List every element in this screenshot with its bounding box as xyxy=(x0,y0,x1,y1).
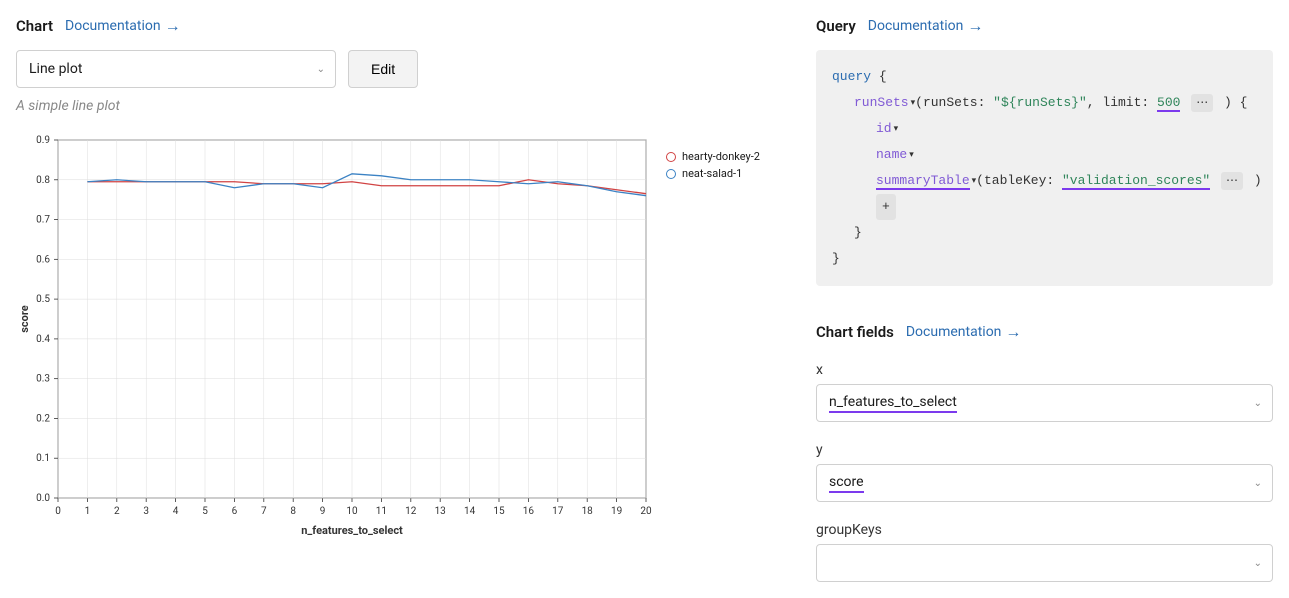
legend-label: hearty-donkey-2 xyxy=(682,150,760,163)
caret-down-icon[interactable]: ▾ xyxy=(911,98,916,108)
caret-down-icon[interactable]: ▾ xyxy=(909,150,914,160)
y-label: y xyxy=(816,442,1273,458)
svg-text:16: 16 xyxy=(523,506,535,517)
limit-value[interactable]: 500 xyxy=(1157,95,1180,112)
line-chart: 012345678910111213141516171819200.00.10.… xyxy=(16,130,656,540)
groupkeys-field-select[interactable]: ⌄ xyxy=(816,544,1273,582)
chart-description: A simple line plot xyxy=(16,98,776,114)
svg-text:0.7: 0.7 xyxy=(36,215,50,226)
svg-text:0: 0 xyxy=(55,506,61,517)
chart-type-select[interactable]: Line plot ⌄ xyxy=(16,50,336,88)
query-code-block: query { runSets▾(runSets: "${runSets}", … xyxy=(816,50,1273,286)
svg-text:3: 3 xyxy=(143,506,149,517)
chevron-down-icon: ⌄ xyxy=(1254,558,1262,569)
svg-text:18: 18 xyxy=(582,506,594,517)
svg-text:score: score xyxy=(18,305,31,333)
svg-text:n_features_to_select: n_features_to_select xyxy=(301,524,403,537)
tablekey-arg: tableKey xyxy=(984,173,1046,188)
svg-text:13: 13 xyxy=(435,506,446,517)
svg-text:9: 9 xyxy=(320,506,326,517)
query-doc-link[interactable]: Documentation → xyxy=(868,16,984,36)
summarytable-field[interactable]: summaryTable xyxy=(876,173,970,190)
svg-text:0.4: 0.4 xyxy=(36,334,50,345)
chart-fields-doc-link[interactable]: Documentation → xyxy=(906,322,1022,342)
groupkeys-label: groupKeys xyxy=(816,522,1273,538)
svg-text:0.5: 0.5 xyxy=(36,294,50,305)
svg-text:0.2: 0.2 xyxy=(36,413,50,424)
chart-doc-link[interactable]: Documentation → xyxy=(65,16,181,36)
legend-marker-icon xyxy=(666,169,676,179)
svg-text:17: 17 xyxy=(552,506,564,517)
chart-panel: Chart Documentation → Line plot ⌄ Edit A… xyxy=(16,16,776,582)
chevron-down-icon: ⌄ xyxy=(1254,478,1262,489)
runsets-field[interactable]: runSets xyxy=(854,95,909,110)
svg-text:0.8: 0.8 xyxy=(36,175,50,186)
name-field[interactable]: name xyxy=(876,147,907,162)
legend-label: neat-salad-1 xyxy=(682,167,742,180)
svg-text:5: 5 xyxy=(202,506,208,517)
id-field[interactable]: id xyxy=(876,121,892,136)
caret-down-icon[interactable]: ▾ xyxy=(894,124,899,134)
svg-text:0.3: 0.3 xyxy=(36,374,50,385)
tablekey-value[interactable]: "validation_scores" xyxy=(1062,173,1210,190)
svg-text:0.1: 0.1 xyxy=(36,453,50,464)
svg-text:0.0: 0.0 xyxy=(36,493,50,504)
more-args-button[interactable]: ⋯ xyxy=(1221,172,1243,190)
x-label: x xyxy=(816,362,1273,378)
runsets-value[interactable]: "${runSets}" xyxy=(993,95,1087,110)
chart-legend: hearty-donkey-2 neat-salad-1 xyxy=(666,150,760,184)
legend-marker-icon xyxy=(666,152,676,162)
svg-text:0.9: 0.9 xyxy=(36,135,50,146)
svg-text:12: 12 xyxy=(405,506,417,517)
svg-text:20: 20 xyxy=(640,506,652,517)
query-keyword: query xyxy=(832,69,871,84)
svg-text:8: 8 xyxy=(290,506,296,517)
add-field-button[interactable]: + xyxy=(876,194,896,220)
svg-text:4: 4 xyxy=(173,506,179,517)
y-field-select[interactable]: score ⌄ xyxy=(816,464,1273,502)
arrow-right-icon: → xyxy=(165,16,181,36)
svg-text:2: 2 xyxy=(114,506,120,517)
arrow-right-icon: → xyxy=(967,16,983,36)
legend-item[interactable]: hearty-donkey-2 xyxy=(666,150,760,163)
runsets-arg: runSets xyxy=(923,95,978,110)
limit-arg: limit xyxy=(1102,95,1141,110)
edit-button[interactable]: Edit xyxy=(348,50,418,88)
more-args-button[interactable]: ⋯ xyxy=(1191,94,1213,112)
chevron-down-icon: ⌄ xyxy=(317,64,325,75)
svg-text:7: 7 xyxy=(261,506,267,517)
svg-text:10: 10 xyxy=(346,506,358,517)
svg-text:19: 19 xyxy=(611,506,622,517)
svg-text:11: 11 xyxy=(376,506,387,517)
svg-text:6: 6 xyxy=(232,506,238,517)
svg-text:15: 15 xyxy=(493,506,505,517)
x-field-select[interactable]: n_features_to_select ⌄ xyxy=(816,384,1273,422)
chart-section-title: Chart xyxy=(16,17,53,35)
arrow-right-icon: → xyxy=(1005,322,1021,342)
caret-down-icon[interactable]: ▾ xyxy=(972,176,977,186)
legend-item[interactable]: neat-salad-1 xyxy=(666,167,760,180)
query-section-title: Query xyxy=(816,17,856,35)
svg-text:14: 14 xyxy=(464,506,476,517)
chart-fields-title: Chart fields xyxy=(816,323,894,341)
chevron-down-icon: ⌄ xyxy=(1254,398,1262,409)
svg-text:1: 1 xyxy=(85,506,91,517)
svg-text:0.6: 0.6 xyxy=(36,254,50,265)
